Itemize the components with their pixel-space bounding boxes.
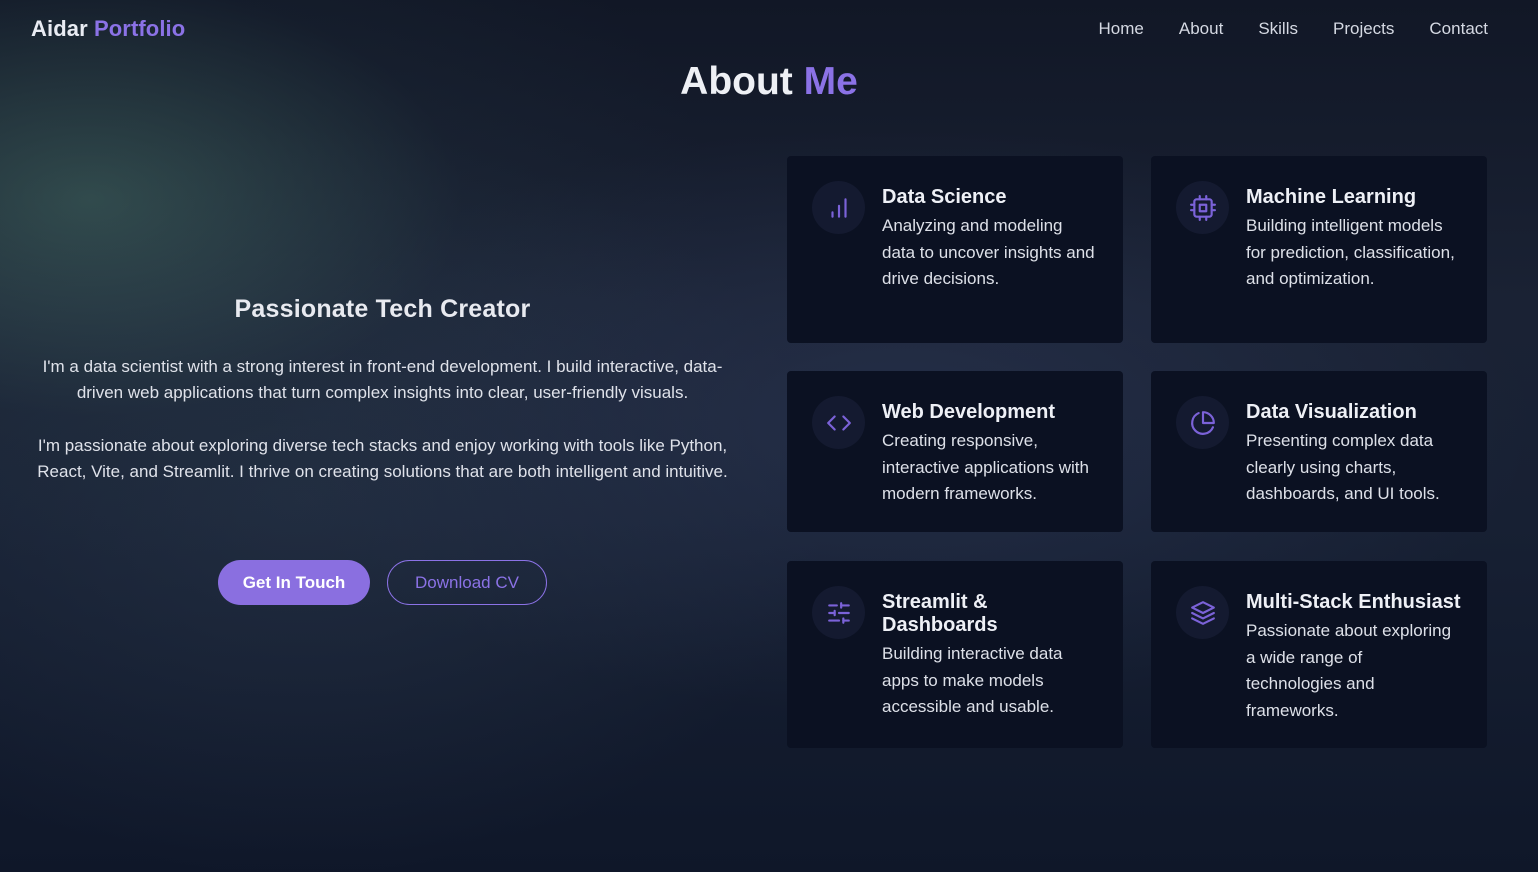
card-description: Passionate about exploring a wide range … bbox=[1246, 621, 1452, 720]
skill-card-data-science: Data Science Analyzing and modeling data… bbox=[787, 156, 1123, 343]
card-description: Analyzing and modeling data to uncover i… bbox=[882, 216, 1095, 288]
logo-second-word: Portfolio bbox=[93, 16, 186, 41]
get-in-touch-button[interactable]: Get In Touch bbox=[218, 560, 370, 605]
cpu-icon bbox=[1176, 181, 1229, 234]
nav-link-skills[interactable]: Skills bbox=[1258, 19, 1298, 39]
pie-chart-icon bbox=[1176, 396, 1229, 449]
intro-paragraph-2: I'm passionate about exploring diverse t… bbox=[37, 436, 728, 481]
layers-icon bbox=[1176, 586, 1229, 639]
nav-link-contact[interactable]: Contact bbox=[1429, 19, 1488, 39]
intro-block: Passionate Tech Creator I'm a data scien… bbox=[30, 295, 735, 512]
intro-heading: Passionate Tech Creator bbox=[234, 295, 531, 323]
card-description: Building intelligent models for predicti… bbox=[1246, 216, 1455, 288]
section-title-first: About bbox=[680, 60, 793, 103]
navbar: Aidar Portfolio Home About Skills Projec… bbox=[0, 0, 1538, 58]
skill-card-streamlit-dashboards: Streamlit & Dashboards Building interact… bbox=[787, 561, 1123, 748]
download-cv-button[interactable]: Download CV bbox=[387, 560, 547, 605]
intro-buttons: Get In Touch Download CV bbox=[218, 560, 547, 605]
main-nav: Home About Skills Projects Contact bbox=[1099, 19, 1488, 39]
skill-card-data-visualization: Data Visualization Presenting complex da… bbox=[1151, 371, 1487, 532]
nav-link-about[interactable]: About bbox=[1179, 19, 1223, 39]
card-title: Machine Learning bbox=[1246, 186, 1417, 208]
logo-first-word: Aidar bbox=[31, 16, 88, 41]
skill-card-machine-learning: Machine Learning Building intelligent mo… bbox=[1151, 156, 1487, 343]
bar-chart-icon bbox=[812, 181, 865, 234]
card-title: Data Science bbox=[882, 186, 1007, 208]
section-title: About Me bbox=[0, 60, 1538, 104]
card-title: Web Development bbox=[882, 401, 1055, 423]
nav-link-home[interactable]: Home bbox=[1099, 19, 1144, 39]
section-title-second: Me bbox=[803, 60, 858, 103]
sliders-icon bbox=[812, 586, 865, 639]
card-title: Streamlit & Dashboards bbox=[882, 591, 998, 636]
skill-card-web-development: Web Development Creating responsive, int… bbox=[787, 371, 1123, 532]
card-description: Building interactive data apps to make m… bbox=[882, 644, 1063, 716]
nav-link-projects[interactable]: Projects bbox=[1333, 19, 1394, 39]
intro-paragraph-1: I'm a data scientist with a strong inter… bbox=[42, 357, 723, 402]
card-description: Creating responsive, interactive applica… bbox=[882, 431, 1089, 503]
card-title: Multi-Stack Enthusiast bbox=[1246, 591, 1461, 613]
code-icon bbox=[812, 396, 865, 449]
site-logo[interactable]: Aidar Portfolio bbox=[31, 16, 185, 42]
skill-card-multi-stack: Multi-Stack Enthusiast Passionate about … bbox=[1151, 561, 1487, 748]
card-description: Presenting complex data clearly using ch… bbox=[1246, 431, 1440, 503]
card-title: Data Visualization bbox=[1246, 401, 1417, 423]
